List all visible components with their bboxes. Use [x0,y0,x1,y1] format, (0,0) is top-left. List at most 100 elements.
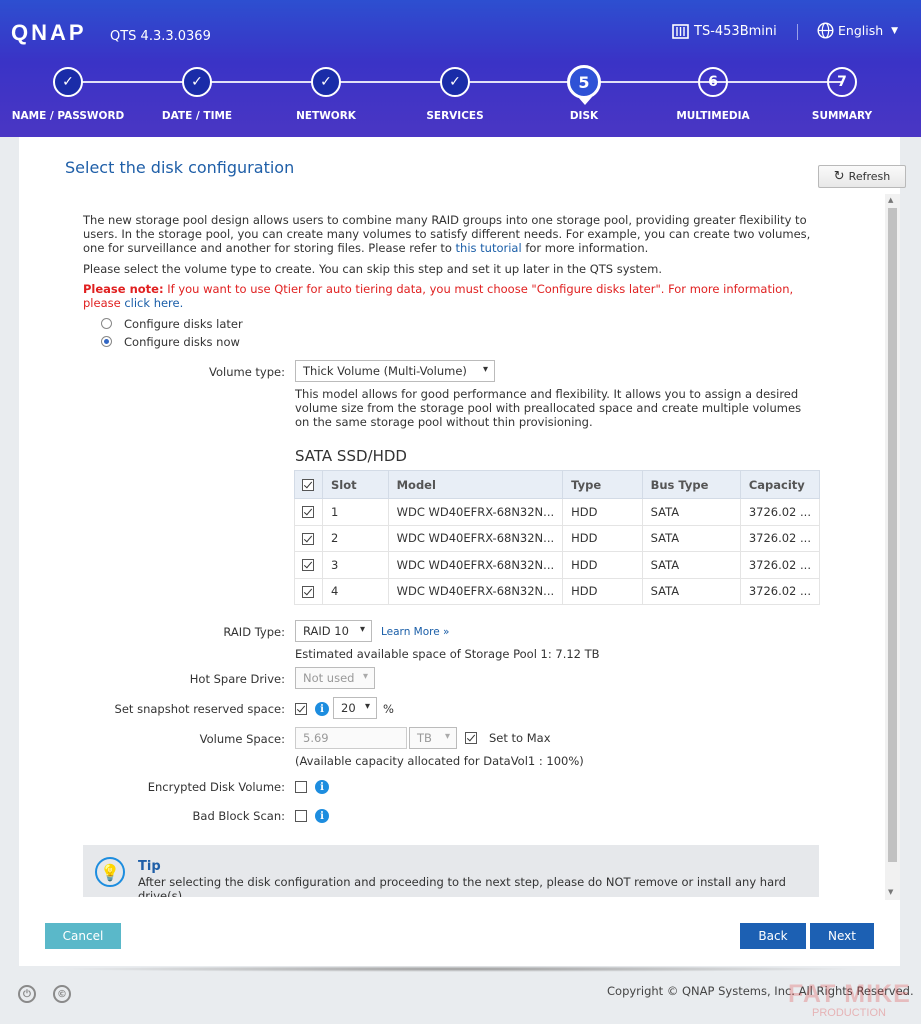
col-slot: Slot [321,470,389,499]
disk-table-header: Slot Model Type Bus Type Capacity [294,470,821,499]
cancel-button[interactable]: Cancel [45,923,121,949]
raid-type-select[interactable]: RAID 10 [295,620,372,642]
disk-config-panel: Select the disk configuration ↻ Refresh … [19,137,906,966]
table-row[interactable]: 4 WDC WD40EFRX-68N32N... HDD SATA 3726.0… [294,577,821,605]
row-checkbox-cell[interactable] [294,551,323,579]
step-1-check-icon: ✓ [53,67,83,97]
next-button[interactable]: Next [810,923,874,949]
table-row[interactable]: 3 WDC WD40EFRX-68N32N... HDD SATA 3726.0… [294,551,821,579]
tip-box: 💡 Tip After selecting the disk configura… [83,845,819,897]
col-capacity: Capacity [739,470,821,499]
cell-type: HDD [562,551,643,579]
table-row[interactable]: 2 WDC WD40EFRX-68N32N... HDD SATA 3726.0… [294,524,821,552]
back-button[interactable]: Back [740,923,806,949]
encrypted-info-icon[interactable]: i [315,780,329,794]
cell-model: WDC WD40EFRX-68N32N... [387,498,564,526]
row-checkbox-cell[interactable] [294,498,323,526]
raid-type-label: RAID Type: [223,625,285,639]
set-to-max-label[interactable]: Set to Max [489,731,551,745]
cell-slot: 1 [321,498,389,526]
chevron-down-icon: ▼ [891,25,899,36]
step-5-current: 5 [567,65,601,99]
cell-slot: 2 [321,524,389,552]
disk-1-checkbox[interactable] [302,506,314,519]
lightbulb-icon: 💡 [95,857,125,887]
scrollbar-thumb[interactable] [888,208,897,862]
watermark-sub: PRODUCTION [812,1007,886,1019]
device-model: TS-453Bmini [672,24,777,39]
bad-block-info-icon[interactable]: i [315,809,329,823]
row-checkbox-cell[interactable] [294,524,323,552]
firmware-version: QTS 4.3.3.0369 [110,29,211,44]
snapshot-percent-select[interactable]: 20 [333,697,377,719]
configure-now-label[interactable]: Configure disks now [124,335,240,349]
col-bus-type: Bus Type [641,470,741,499]
bad-block-scan-checkbox[interactable] [295,810,307,822]
step-label-services: SERVICES [426,110,484,122]
step-label-name-password: NAME / PASSWORD [11,110,125,122]
cell-model: WDC WD40EFRX-68N32N... [387,577,564,605]
snapshot-reserved-label: Set snapshot reserved space: [114,702,285,716]
disk-2-checkbox[interactable] [302,532,314,545]
language-selector[interactable]: English ▼ [817,22,898,39]
configure-later-radio[interactable] [101,318,112,329]
step-label-disk: DISK [569,110,599,122]
hot-spare-label: Hot Spare Drive: [189,672,285,686]
table-row[interactable]: 1 WDC WD40EFRX-68N32N... HDD SATA 3726.0… [294,498,821,526]
copyright-icon[interactable]: © [53,985,71,1003]
cell-bus-type: SATA [641,498,741,526]
cell-bus-type: SATA [641,524,741,552]
intro-paragraph: The new storage pool design allows users… [83,213,823,255]
scroll-down-icon[interactable]: ▼ [888,888,893,896]
vertical-scrollbar[interactable]: ▲ ▼ [885,194,900,900]
cell-capacity: 3726.02 ... [739,551,821,579]
available-capacity-text: (Available capacity allocated for DataVo… [295,754,584,768]
estimated-space: Estimated available space of Storage Poo… [295,647,600,661]
snapshot-reserved-checkbox[interactable] [295,703,307,715]
power-icon[interactable]: ⏻ [18,985,36,1003]
step-label-multimedia: MULTIMEDIA [676,110,750,122]
col-type: Type [562,470,643,499]
note-label: Please note: [83,282,164,296]
volume-space-unit-select[interactable]: TB [409,727,457,749]
cell-type: HDD [562,524,643,552]
disk-3-checkbox[interactable] [302,559,314,572]
scroll-content: The new storage pool design allows users… [19,137,885,897]
disk-table: Slot Model Type Bus Type Capacity 1 WDC … [294,470,821,605]
disk-section-title: SATA SSD/HDD [295,447,407,465]
row-checkbox-cell[interactable] [294,577,323,605]
step-6: 6 [698,67,728,97]
configure-later-label[interactable]: Configure disks later [124,317,243,331]
wizard-header: QNAP QTS 4.3.3.0369 TS-453Bmini English … [0,0,921,137]
intro-text: The new storage pool design allows users… [83,213,811,255]
configure-now-radio[interactable] [101,336,112,347]
step-label-network: NETWORK [296,110,356,122]
volume-space-input[interactable]: 5.69 [295,727,407,749]
scroll-up-icon[interactable]: ▲ [888,196,893,204]
cell-capacity: 3726.02 ... [739,498,821,526]
hot-spare-select[interactable]: Not used [295,667,375,689]
step-2-check-icon: ✓ [182,67,212,97]
volume-type-label: Volume type: [209,365,285,379]
encrypted-volume-checkbox[interactable] [295,781,307,793]
set-to-max-checkbox[interactable] [465,732,477,744]
volume-type-description: This model allows for good performance a… [295,387,802,429]
tip-title: Tip [138,859,161,874]
cell-capacity: 3726.02 ... [739,524,821,552]
tip-text: After selecting the disk configuration a… [138,875,786,897]
disk-4-checkbox[interactable] [302,585,314,598]
select-all-checkbox[interactable] [302,479,314,491]
step-label-date-time: DATE / TIME [161,110,233,122]
click-here-link[interactable]: click here. [124,296,183,310]
header-divider [797,24,798,40]
select-all-checkbox-cell[interactable] [294,470,323,499]
snapshot-info-icon[interactable]: i [315,702,329,716]
encrypted-volume-label: Encrypted Disk Volume: [147,780,285,794]
globe-icon [817,22,834,39]
volume-type-select[interactable]: Thick Volume (Multi-Volume) [295,360,495,382]
note-text: If you want to use Qtier for auto tierin… [83,282,794,310]
tutorial-link[interactable]: this tutorial [456,241,522,255]
cell-model: WDC WD40EFRX-68N32N... [387,524,564,552]
cell-type: HDD [562,498,643,526]
learn-more-link[interactable]: Learn More » [381,625,449,639]
